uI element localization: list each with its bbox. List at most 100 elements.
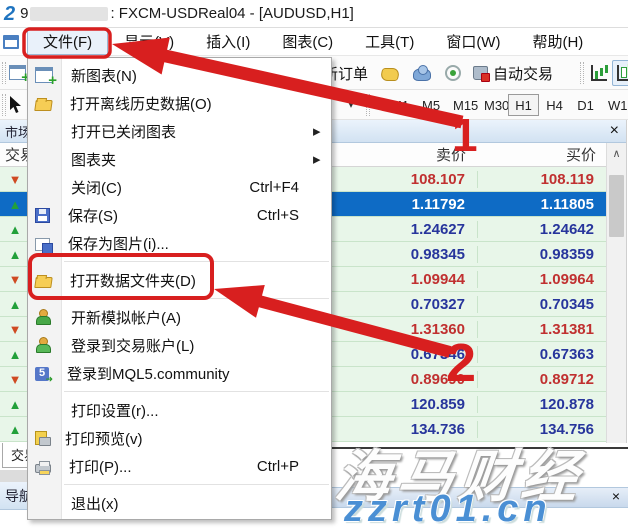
menu-item-label: 打印(P)... [69, 456, 132, 477]
toolbar-grip[interactable] [2, 94, 6, 116]
menu-item-label: 打开数据文件夹(D) [70, 270, 196, 291]
bar-chart-icon [591, 65, 607, 81]
file-menu-item[interactable]: 保存为图片(i)... [28, 229, 331, 257]
autotrading-button[interactable]: 自动交易 [468, 60, 558, 86]
menu-item-label: 保存(S) [68, 205, 118, 226]
menu-item-label: 开新模拟帐户(A) [71, 307, 181, 328]
timeframe-button[interactable]: W1 [601, 94, 628, 116]
price-direction-icon [0, 222, 30, 237]
price-direction-icon [0, 347, 30, 362]
scrollbar[interactable]: ∧ [606, 143, 626, 443]
mql5-community-button[interactable] [408, 60, 436, 86]
timeframe-button[interactable]: M5 [415, 94, 446, 116]
redacted-account-blur [30, 7, 108, 21]
price-direction-icon [0, 297, 30, 312]
menu-item-shortcut: Ctrl+S [257, 207, 299, 224]
menu-item-label: 新图表(N) [71, 65, 137, 86]
menu-item-icon [35, 431, 47, 445]
menu-item-label: 打开离线历史数据(O) [70, 93, 212, 114]
new-chart-icon[interactable] [9, 65, 26, 80]
timeframe-button[interactable]: M1 [384, 94, 415, 116]
file-menu-item[interactable]: 关闭(C) Ctrl+F4 [28, 173, 331, 201]
timeframe-button[interactable]: H1 [508, 94, 539, 116]
toolbar-dropdown-button[interactable]: ▾ [340, 98, 362, 114]
price-direction-icon [0, 397, 30, 412]
menu-item-icon [35, 151, 53, 167]
menubar-item[interactable]: 帮助(H) [516, 28, 599, 55]
menu-item-shortcut: Ctrl+P [257, 458, 299, 475]
buy-price: 0.67363 [478, 346, 604, 363]
file-menu-item[interactable]: 打印(P)... Ctrl+P [28, 452, 331, 480]
panel-border-line [300, 447, 628, 449]
submenu-arrow-icon [313, 122, 327, 140]
price-direction-icon [0, 247, 30, 262]
target-icon [445, 65, 461, 81]
menubar-item[interactable]: 文件(F) [27, 28, 108, 55]
file-menu-item[interactable]: 打开数据文件夹(D) [28, 266, 331, 294]
options-button[interactable] [440, 60, 466, 86]
price-direction-icon [0, 372, 30, 387]
file-menu-item[interactable]: 图表夹 [28, 145, 331, 173]
menu-item-icon [34, 277, 53, 288]
menu-item-icon [35, 123, 53, 139]
indicators-button[interactable] [376, 60, 404, 86]
bar-chart-mode-button[interactable] [586, 60, 612, 86]
file-menu-item[interactable]: 打开离线历史数据(O) [28, 89, 331, 117]
scroll-up-icon[interactable]: ∧ [607, 143, 626, 160]
toolbar-grip[interactable] [580, 62, 584, 84]
buy-column-header[interactable]: 买价 [478, 144, 606, 165]
menubar-item[interactable]: 显示(V) [108, 28, 190, 55]
menubar-item[interactable]: 图表(C) [266, 28, 349, 55]
file-menu-item[interactable]: 新图表(N) [28, 61, 331, 89]
candlestick-mode-button[interactable] [612, 60, 628, 86]
file-menu-item[interactable]: 退出(x) [28, 489, 331, 517]
buy-price: 1.31381 [478, 321, 604, 338]
menu-item-label: 图表夹 [71, 149, 116, 170]
menu-item-icon [35, 337, 53, 353]
menubar-item[interactable]: 工具(T) [349, 28, 430, 55]
mt4-logo-icon: 2 [4, 4, 15, 24]
file-menu-item[interactable]: 打印预览(v) [28, 424, 331, 452]
autotrading-icon [473, 66, 488, 80]
toolbar-grip[interactable] [366, 94, 370, 116]
menu-item-icon [35, 402, 53, 418]
menubar-items: 文件(F) 显示(V) 插入(I) 图表(C) 工具(T) 窗口(W) 帮助(H… [27, 28, 599, 55]
menu-item-label: 登录到交易账户(L) [71, 335, 194, 356]
price-direction-icon [0, 322, 30, 337]
buy-price: 0.70345 [478, 296, 604, 313]
timeframe-button[interactable]: M15 [446, 94, 477, 116]
scrollbar-thumb[interactable] [609, 175, 624, 237]
file-menu-item[interactable]: 登录到交易账户(L) [28, 331, 331, 359]
menu-item-icon [35, 464, 51, 473]
indicator-lasso-icon [380, 68, 401, 81]
close-icon[interactable]: × [612, 488, 620, 504]
close-icon[interactable]: × [610, 121, 619, 141]
candlestick-icon [617, 65, 628, 81]
file-menu-item[interactable]: 登录到MQL5.community [28, 359, 331, 387]
autotrading-label: 自动交易 [493, 63, 553, 84]
chart-window-icon[interactable] [3, 35, 19, 49]
toolbar-grip[interactable] [2, 62, 6, 84]
file-menu-item[interactable]: 打开已关闭图表 [28, 117, 331, 145]
cursor-tool-icon[interactable] [9, 96, 23, 114]
buy-price: 1.09964 [478, 271, 604, 288]
menubar-item[interactable]: 窗口(W) [430, 28, 516, 55]
file-menu-item[interactable]: 打印设置(r)... [28, 396, 331, 424]
menu-item-icon [35, 495, 53, 511]
menu-item-label: 登录到MQL5.community [67, 363, 230, 384]
buy-price: 1.24642 [478, 221, 604, 238]
menu-item-icon [35, 309, 53, 325]
account-number-prefix: 9 [20, 5, 28, 22]
menu-item-icon [35, 208, 50, 223]
menu-item-shortcut: Ctrl+F4 [249, 179, 299, 196]
timeframe-button[interactable]: D1 [570, 94, 601, 116]
timeframe-button[interactable]: M30 [477, 94, 508, 116]
file-menu-item[interactable]: 保存(S) Ctrl+S [28, 201, 331, 229]
buy-price: 134.756 [478, 421, 604, 438]
buy-price: 108.119 [478, 171, 604, 188]
menu-item-icon [35, 67, 53, 83]
title-bar: 2 9 : FXCM-USDReal04 - [AUDUSD,H1] [0, 0, 628, 28]
menubar-item[interactable]: 插入(I) [190, 28, 266, 55]
timeframe-button[interactable]: H4 [539, 94, 570, 116]
file-menu-item[interactable]: 开新模拟帐户(A) [28, 303, 331, 331]
